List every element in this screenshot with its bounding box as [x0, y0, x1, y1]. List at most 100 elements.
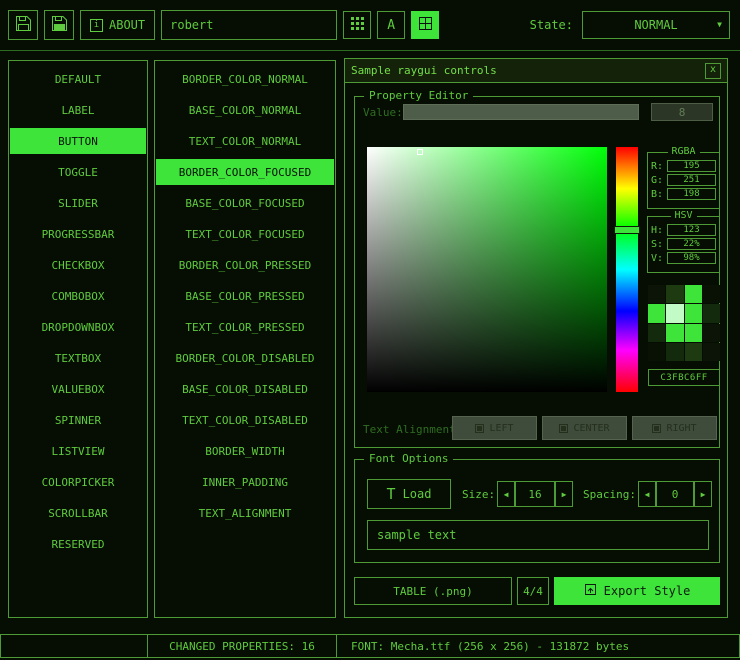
window-titlebar[interactable]: Sample raygui controls x — [345, 59, 727, 83]
controls-item-dropdownbox[interactable]: DROPDOWNBOX — [10, 314, 146, 340]
red-value-box[interactable]: 195 — [667, 160, 716, 172]
property-item-text-color-normal[interactable]: TEXT_COLOR_NORMAL — [156, 128, 334, 154]
sample-text-input[interactable] — [367, 520, 709, 550]
controls-item-button[interactable]: BUTTON — [10, 128, 146, 154]
text-alignment-label: Text Alignment — [363, 423, 456, 436]
size-decrease-button[interactable]: ◀ — [497, 481, 515, 507]
controls-item-listview[interactable]: LISTVIEW — [10, 438, 146, 464]
property-item-text-color-pressed[interactable]: TEXT_COLOR_PRESSED — [156, 314, 334, 340]
controls-view-button[interactable] — [411, 11, 439, 39]
controls-item-scrollbar[interactable]: SCROLLBAR — [10, 500, 146, 526]
palette-swatch[interactable] — [685, 285, 702, 303]
property-item-base-color-normal[interactable]: BASE_COLOR_NORMAL — [156, 97, 334, 123]
green-value-row: G: 251 — [651, 174, 716, 186]
property-item-base-color-disabled[interactable]: BASE_COLOR_DISABLED — [156, 376, 334, 402]
export-style-button[interactable]: Export Style — [554, 577, 720, 605]
status-changed-properties: CHANGED PROPERTIES: 16 — [147, 634, 337, 658]
align-center-button[interactable]: CENTER — [542, 416, 627, 440]
controls-item-default[interactable]: DEFAULT — [10, 66, 146, 92]
value-button[interactable]: 8 — [651, 103, 713, 121]
controls-item-textbox[interactable]: TEXTBOX — [10, 345, 146, 371]
property-item-text-color-focused[interactable]: TEXT_COLOR_FOCUSED — [156, 221, 334, 247]
export-pages-value[interactable]: 4/4 — [517, 577, 549, 605]
property-item-text-alignment[interactable]: TEXT_ALIGNMENT — [156, 500, 334, 526]
state-dropdown-value: NORMAL — [634, 18, 677, 32]
about-button[interactable]: i ABOUT — [80, 10, 155, 40]
font-a-icon: A — [387, 18, 395, 33]
palette-swatch[interactable] — [648, 285, 665, 303]
value-hsv-box[interactable]: 98% — [667, 252, 716, 264]
color-saturation-value-panel[interactable] — [367, 147, 607, 392]
palette-swatch[interactable] — [648, 343, 665, 361]
size-value-box[interactable]: 16 — [515, 481, 555, 507]
hue-value-box[interactable]: 123 — [667, 224, 716, 236]
spacing-value-box[interactable]: 0 — [656, 481, 694, 507]
palette-swatch[interactable] — [703, 304, 720, 322]
controls-item-toggle[interactable]: TOGGLE — [10, 159, 146, 185]
controls-item-spinner[interactable]: SPINNER — [10, 407, 146, 433]
controls-item-combobox[interactable]: COMBOBOX — [10, 283, 146, 309]
property-item-border-color-disabled[interactable]: BORDER_COLOR_DISABLED — [156, 345, 334, 371]
palette-swatch[interactable] — [666, 304, 683, 322]
rgba-group: RGBA R: 195 G: 251 B: 198 — [647, 152, 720, 209]
palette-swatch[interactable] — [666, 324, 683, 342]
toolbar: i ABOUT A State: NOR — [8, 8, 730, 42]
palette-swatch[interactable] — [666, 285, 683, 303]
export-format-button[interactable]: TABLE (.png) — [354, 577, 512, 605]
hex-value-box[interactable]: C3FBC6FF — [648, 369, 720, 386]
align-left-button[interactable]: LEFT — [452, 416, 537, 440]
align-right-button[interactable]: RIGHT — [632, 416, 717, 440]
controls-item-valuebox[interactable]: VALUEBOX — [10, 376, 146, 402]
color-picker-cursor[interactable] — [417, 149, 423, 155]
font-t-icon: T — [387, 487, 396, 502]
value-label: Value: — [363, 106, 403, 119]
save-style-button[interactable] — [8, 10, 38, 40]
hsv-group: HSV H: 123 S: 22% V: 98% — [647, 216, 720, 273]
controls-item-reserved[interactable]: RESERVED — [10, 531, 146, 557]
palette-swatch[interactable] — [703, 324, 720, 342]
spacing-increase-button[interactable]: ▶ — [694, 481, 712, 507]
value-slider[interactable] — [403, 104, 639, 120]
style-table-view-button[interactable] — [343, 11, 371, 39]
property-item-base-color-pressed[interactable]: BASE_COLOR_PRESSED — [156, 283, 334, 309]
palette-swatch[interactable] — [648, 304, 665, 322]
state-dropdown[interactable]: NORMAL ▼ — [582, 11, 730, 39]
size-increase-button[interactable]: ▶ — [555, 481, 573, 507]
hue-slider[interactable] — [616, 147, 638, 392]
arrow-left-icon: ◀ — [504, 490, 509, 499]
export-icon — [584, 583, 597, 599]
font-view-button[interactable]: A — [377, 11, 405, 39]
property-item-border-color-pressed[interactable]: BORDER_COLOR_PRESSED — [156, 252, 334, 278]
hsv-group-label: HSV — [670, 209, 696, 223]
floppy-save-icon — [15, 15, 32, 36]
state-label: State: — [530, 18, 573, 32]
property-item-base-color-focused[interactable]: BASE_COLOR_FOCUSED — [156, 190, 334, 216]
font-load-button[interactable]: T Load — [367, 479, 451, 509]
palette-swatch[interactable] — [685, 324, 702, 342]
palette-swatch[interactable] — [703, 285, 720, 303]
controls-item-slider[interactable]: SLIDER — [10, 190, 146, 216]
palette-swatch[interactable] — [666, 343, 683, 361]
controls-item-label[interactable]: LABEL — [10, 97, 146, 123]
save-style-as-button[interactable] — [44, 10, 74, 40]
property-item-border-width[interactable]: BORDER_WIDTH — [156, 438, 334, 464]
palette-swatch[interactable] — [648, 324, 665, 342]
palette-swatch[interactable] — [703, 343, 720, 361]
saturation-value-box[interactable]: 22% — [667, 238, 716, 250]
close-button[interactable]: x — [705, 63, 721, 79]
controls-item-progressbar[interactable]: PROGRESSBAR — [10, 221, 146, 247]
blue-value-box[interactable]: 198 — [667, 188, 716, 200]
controls-item-colorpicker[interactable]: COLORPICKER — [10, 469, 146, 495]
palette-swatch[interactable] — [685, 304, 702, 322]
property-item-inner-padding[interactable]: INNER_PADDING — [156, 469, 334, 495]
controls-item-checkbox[interactable]: CHECKBOX — [10, 252, 146, 278]
hue-slider-handle[interactable] — [614, 226, 640, 234]
property-item-border-color-focused[interactable]: BORDER_COLOR_FOCUSED — [156, 159, 334, 185]
spacing-decrease-button[interactable]: ◀ — [638, 481, 656, 507]
green-value-box[interactable]: 251 — [667, 174, 716, 186]
toolbar-divider — [0, 50, 740, 51]
property-item-border-color-normal[interactable]: BORDER_COLOR_NORMAL — [156, 66, 334, 92]
property-item-text-color-disabled[interactable]: TEXT_COLOR_DISABLED — [156, 407, 334, 433]
palette-swatch[interactable] — [685, 343, 702, 361]
style-name-input[interactable] — [161, 10, 337, 40]
